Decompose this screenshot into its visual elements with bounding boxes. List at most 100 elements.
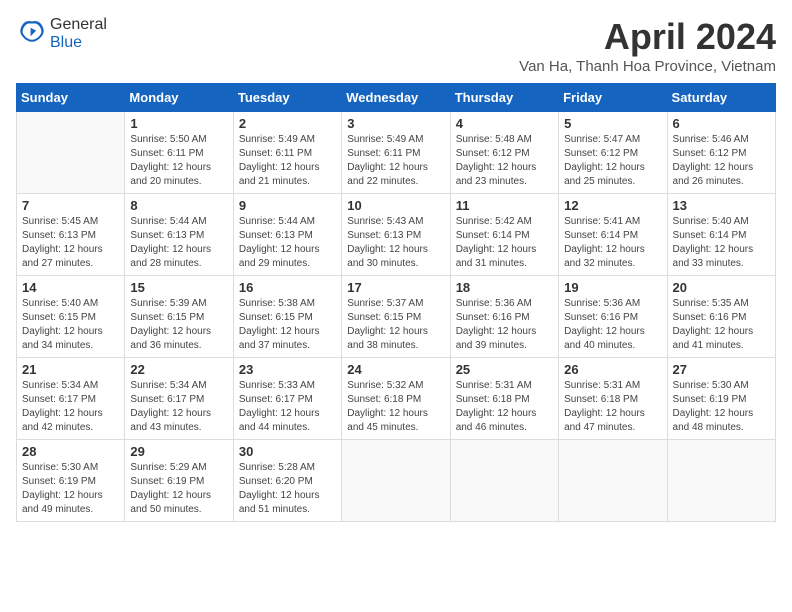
day-number: 15: [130, 280, 227, 295]
calendar-cell: 21Sunrise: 5:34 AMSunset: 6:17 PMDayligh…: [17, 358, 125, 440]
day-info: Sunrise: 5:28 AMSunset: 6:20 PMDaylight:…: [239, 461, 336, 517]
calendar-cell: [450, 440, 558, 522]
day-info: Sunrise: 5:34 AMSunset: 6:17 PMDaylight:…: [22, 379, 119, 435]
day-number: 26: [564, 362, 661, 377]
calendar-cell: 10Sunrise: 5:43 AMSunset: 6:13 PMDayligh…: [342, 194, 450, 276]
day-info: Sunrise: 5:30 AMSunset: 6:19 PMDaylight:…: [673, 379, 770, 435]
weekday-header: Wednesday: [342, 84, 450, 112]
day-info: Sunrise: 5:34 AMSunset: 6:17 PMDaylight:…: [130, 379, 227, 435]
logo-icon: [18, 18, 46, 46]
day-info: Sunrise: 5:45 AMSunset: 6:13 PMDaylight:…: [22, 215, 119, 271]
day-info: Sunrise: 5:44 AMSunset: 6:13 PMDaylight:…: [130, 215, 227, 271]
calendar-cell: 16Sunrise: 5:38 AMSunset: 6:15 PMDayligh…: [233, 276, 341, 358]
calendar-header-row: SundayMondayTuesdayWednesdayThursdayFrid…: [17, 84, 776, 112]
calendar-cell: [559, 440, 667, 522]
calendar-cell: 22 Sunrise: 5:34 AMSunset: 6:17 PMDayligh…: [125, 358, 233, 440]
weekday-header: Thursday: [450, 84, 558, 112]
calendar-week-row: 28Sunrise: 5:30 AMSunset: 6:19 PMDayligh…: [17, 440, 776, 522]
day-info: Sunrise: 5:49 AMSunset: 6:11 PMDaylight:…: [239, 133, 336, 189]
calendar-week-row: 7 Sunrise: 5:45 AMSunset: 6:13 PMDaylight…: [17, 194, 776, 276]
calendar-cell: [17, 112, 125, 194]
calendar-cell: [667, 440, 775, 522]
logo-blue-text: Blue: [50, 34, 82, 51]
calendar-cell: 27 Sunrise: 5:30 AMSunset: 6:19 PMDayligh…: [667, 358, 775, 440]
calendar-cell: 14 Sunrise: 5:40 AMSunset: 6:15 PMDayligh…: [17, 276, 125, 358]
day-number: 25: [456, 362, 553, 377]
calendar-cell: 20 Sunrise: 5:35 AMSunset: 6:16 PMDayligh…: [667, 276, 775, 358]
day-number: 14: [22, 280, 119, 295]
calendar-cell: 25 Sunrise: 5:31 AMSunset: 6:18 PMDayligh…: [450, 358, 558, 440]
day-number: 16: [239, 280, 336, 295]
calendar-cell: 28Sunrise: 5:30 AMSunset: 6:19 PMDayligh…: [17, 440, 125, 522]
calendar-cell: 8 Sunrise: 5:44 AMSunset: 6:13 PMDaylight…: [125, 194, 233, 276]
day-number: 6: [673, 116, 770, 131]
day-number: 11: [456, 198, 553, 213]
day-info: Sunrise: 5:35 AMSunset: 6:16 PMDaylight:…: [673, 297, 770, 353]
day-info: Sunrise: 5:41 AMSunset: 6:14 PMDaylight:…: [564, 215, 661, 271]
day-number: 29: [130, 444, 227, 459]
day-number: 10: [347, 198, 444, 213]
calendar-cell: 6 Sunrise: 5:46 AMSunset: 6:12 PMDaylight…: [667, 112, 775, 194]
day-info: Sunrise: 5:29 AMSunset: 6:19 PMDaylight:…: [130, 461, 227, 517]
location: Van Ha, Thanh Hoa Province, Vietnam: [519, 58, 776, 75]
calendar-cell: 18 Sunrise: 5:36 AMSunset: 6:16 PMDayligh…: [450, 276, 558, 358]
day-info: Sunrise: 5:42 AMSunset: 6:14 PMDaylight:…: [456, 215, 553, 271]
calendar-cell: [342, 440, 450, 522]
day-number: 4: [456, 116, 553, 131]
logo: General Blue: [16, 16, 107, 52]
day-info: Sunrise: 5:44 AMSunset: 6:13 PMDaylight:…: [239, 215, 336, 271]
calendar-table: SundayMondayTuesdayWednesdayThursdayFrid…: [16, 83, 776, 522]
weekday-header: Saturday: [667, 84, 775, 112]
day-info: Sunrise: 5:39 AMSunset: 6:15 PMDaylight:…: [130, 297, 227, 353]
day-number: 24: [347, 362, 444, 377]
day-info: Sunrise: 5:46 AMSunset: 6:12 PMDaylight:…: [673, 133, 770, 189]
day-info: Sunrise: 5:36 AMSunset: 6:16 PMDaylight:…: [564, 297, 661, 353]
day-info: Sunrise: 5:36 AMSunset: 6:16 PMDaylight:…: [456, 297, 553, 353]
day-number: 18: [456, 280, 553, 295]
logo-general-text: General: [50, 16, 107, 33]
day-info: Sunrise: 5:31 AMSunset: 6:18 PMDaylight:…: [456, 379, 553, 435]
day-number: 27: [673, 362, 770, 377]
calendar-week-row: 1Sunrise: 5:50 AMSunset: 6:11 PMDaylight…: [17, 112, 776, 194]
calendar-cell: 11 Sunrise: 5:42 AMSunset: 6:14 PMDayligh…: [450, 194, 558, 276]
weekday-header: Sunday: [17, 84, 125, 112]
day-number: 8: [130, 198, 227, 213]
calendar-cell: 24 Sunrise: 5:32 AMSunset: 6:18 PMDayligh…: [342, 358, 450, 440]
calendar-cell: 15 Sunrise: 5:39 AMSunset: 6:15 PMDayligh…: [125, 276, 233, 358]
calendar-cell: 3Sunrise: 5:49 AMSunset: 6:11 PMDaylight…: [342, 112, 450, 194]
day-number: 17: [347, 280, 444, 295]
day-info: Sunrise: 5:49 AMSunset: 6:11 PMDaylight:…: [347, 133, 444, 189]
calendar-cell: 1Sunrise: 5:50 AMSunset: 6:11 PMDaylight…: [125, 112, 233, 194]
day-info: Sunrise: 5:40 AMSunset: 6:14 PMDaylight:…: [673, 215, 770, 271]
calendar-week-row: 21Sunrise: 5:34 AMSunset: 6:17 PMDayligh…: [17, 358, 776, 440]
day-info: Sunrise: 5:32 AMSunset: 6:18 PMDaylight:…: [347, 379, 444, 435]
calendar-cell: 5Sunrise: 5:47 AMSunset: 6:12 PMDaylight…: [559, 112, 667, 194]
day-number: 7: [22, 198, 119, 213]
weekday-header: Monday: [125, 84, 233, 112]
day-number: 13: [673, 198, 770, 213]
day-number: 30: [239, 444, 336, 459]
calendar-cell: 29 Sunrise: 5:29 AMSunset: 6:19 PMDayligh…: [125, 440, 233, 522]
day-number: 22: [130, 362, 227, 377]
day-number: 23: [239, 362, 336, 377]
calendar-cell: 17 Sunrise: 5:37 AMSunset: 6:15 PMDayligh…: [342, 276, 450, 358]
calendar-cell: 13 Sunrise: 5:40 AMSunset: 6:14 PMDayligh…: [667, 194, 775, 276]
calendar-cell: 23Sunrise: 5:33 AMSunset: 6:17 PMDayligh…: [233, 358, 341, 440]
day-info: Sunrise: 5:30 AMSunset: 6:19 PMDaylight:…: [22, 461, 119, 517]
calendar-cell: 26Sunrise: 5:31 AMSunset: 6:18 PMDayligh…: [559, 358, 667, 440]
day-info: Sunrise: 5:50 AMSunset: 6:11 PMDaylight:…: [130, 133, 227, 189]
calendar-cell: 4 Sunrise: 5:48 AMSunset: 6:12 PMDaylight…: [450, 112, 558, 194]
day-info: Sunrise: 5:40 AMSunset: 6:15 PMDaylight:…: [22, 297, 119, 353]
weekday-header: Friday: [559, 84, 667, 112]
day-number: 5: [564, 116, 661, 131]
month-title: April 2024: [519, 16, 776, 58]
day-number: 19: [564, 280, 661, 295]
day-info: Sunrise: 5:48 AMSunset: 6:12 PMDaylight:…: [456, 133, 553, 189]
calendar-cell: 9Sunrise: 5:44 AMSunset: 6:13 PMDaylight…: [233, 194, 341, 276]
day-info: Sunrise: 5:37 AMSunset: 6:15 PMDaylight:…: [347, 297, 444, 353]
calendar-cell: 12Sunrise: 5:41 AMSunset: 6:14 PMDayligh…: [559, 194, 667, 276]
day-number: 20: [673, 280, 770, 295]
calendar-cell: 2 Sunrise: 5:49 AMSunset: 6:11 PMDaylight…: [233, 112, 341, 194]
calendar-cell: 7 Sunrise: 5:45 AMSunset: 6:13 PMDaylight…: [17, 194, 125, 276]
day-number: 2: [239, 116, 336, 131]
